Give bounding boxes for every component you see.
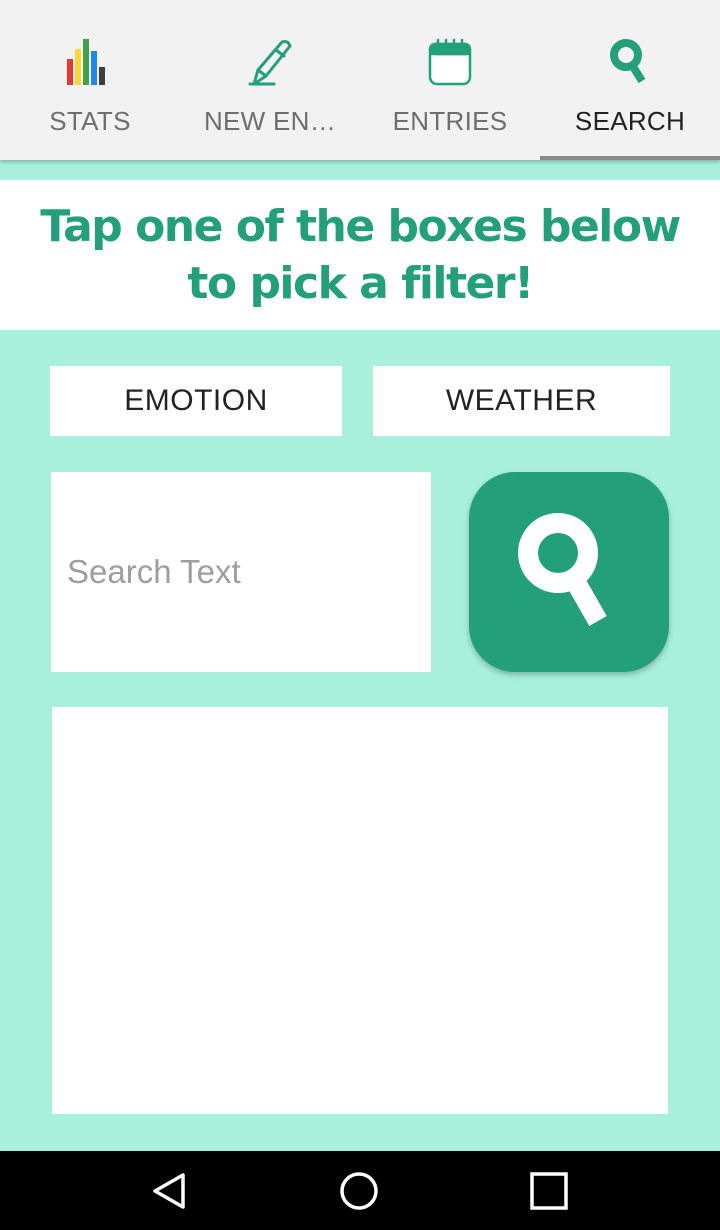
top-tab-bar: STATS NEW EN… ENTRIES SEARCH bbox=[0, 0, 720, 160]
calendar-icon bbox=[422, 34, 478, 90]
back-button[interactable] bbox=[125, 1151, 215, 1230]
tab-stats[interactable]: STATS bbox=[0, 0, 180, 160]
tab-indicator bbox=[0, 156, 180, 160]
tab-entries[interactable]: ENTRIES bbox=[360, 0, 540, 160]
page-title: Tap one of the boxes below to pick a fil… bbox=[40, 201, 681, 309]
tab-label: ENTRIES bbox=[392, 106, 508, 136]
tab-label: SEARCH bbox=[574, 106, 686, 136]
bar-chart-icon bbox=[62, 34, 118, 90]
system-navigation-bar bbox=[0, 1151, 720, 1230]
tab-indicator bbox=[540, 156, 720, 160]
tab-label: STATS bbox=[49, 106, 131, 136]
recent-apps-button[interactable] bbox=[504, 1151, 594, 1230]
search-button[interactable] bbox=[469, 472, 669, 672]
search-icon bbox=[602, 34, 658, 90]
search-icon bbox=[518, 513, 607, 626]
tab-search[interactable]: SEARCH bbox=[540, 0, 720, 160]
recent-apps-square-icon bbox=[530, 1171, 568, 1210]
pen-icon bbox=[242, 34, 298, 90]
emotion-filter-button[interactable]: EMOTION bbox=[50, 366, 342, 436]
tab-indicator bbox=[360, 156, 540, 160]
search-results-list bbox=[52, 707, 668, 1114]
tab-label: NEW EN… bbox=[203, 106, 337, 136]
weather-filter-button[interactable]: WEATHER bbox=[373, 366, 670, 436]
home-circle-icon bbox=[340, 1171, 378, 1210]
tab-new-entry[interactable]: NEW EN… bbox=[180, 0, 360, 160]
back-triangle-icon bbox=[153, 1172, 185, 1209]
search-input[interactable] bbox=[51, 472, 431, 672]
home-button[interactable] bbox=[314, 1151, 404, 1230]
tab-indicator bbox=[180, 156, 360, 160]
filter-instruction-banner: Tap one of the boxes below to pick a fil… bbox=[0, 180, 720, 330]
